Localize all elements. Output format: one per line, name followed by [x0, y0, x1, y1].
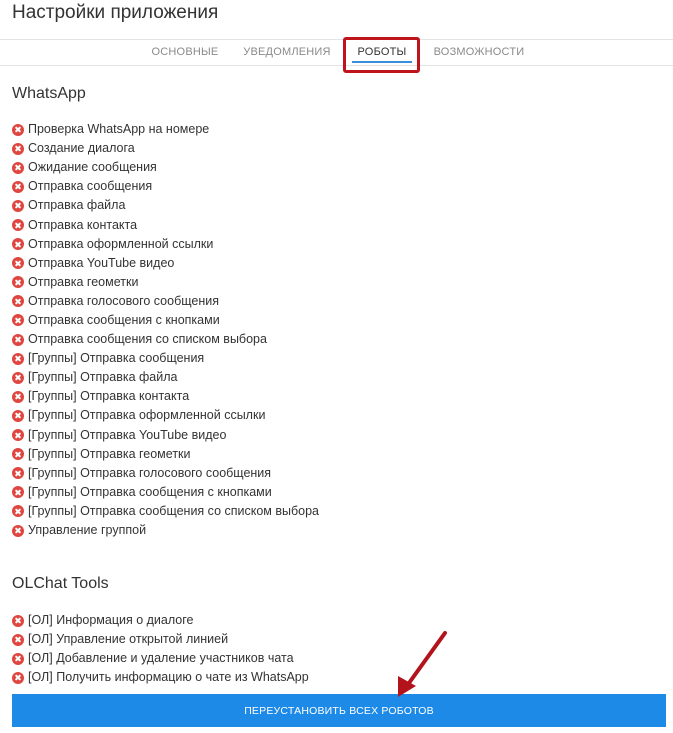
x-circle-icon [12, 238, 24, 251]
robot-list-item: [ОЛ] Управление открытой линией [12, 630, 309, 649]
robot-label: [Группы] Отправка контакта [28, 389, 190, 404]
robot-label: Отправка файла [28, 198, 126, 213]
tab-main[interactable]: ОСНОВНЫЕ [150, 40, 220, 65]
robot-label: Управление группой [28, 523, 147, 538]
section-title-whatsapp: WhatsApp [12, 85, 86, 102]
robot-list-item: [Группы] Отправка YouTube видео [12, 426, 319, 445]
whatsapp-robot-list: Проверка WhatsApp на номере Создание диал… [12, 120, 319, 540]
robot-label: Отправка сообщения со списком выбора [28, 332, 267, 347]
x-circle-icon [12, 333, 24, 346]
x-circle-icon [12, 352, 24, 365]
robot-label: [Группы] Отправка сообщения со списком в… [28, 503, 320, 518]
robot-list-item: [Группы] Отправка голосового сообщения [12, 464, 319, 483]
x-circle-icon [12, 652, 24, 665]
robot-label: [Группы] Отправка файла [28, 370, 178, 385]
reinstall-all-robots-button[interactable]: ПЕРЕУСТАНОВИТЬ ВСЕХ РОБОТОВ [12, 694, 666, 727]
x-circle-icon [12, 429, 24, 442]
x-circle-icon [12, 295, 24, 308]
robot-label: [Группы] Отправка сообщения [28, 351, 205, 366]
x-circle-icon [12, 633, 24, 646]
x-circle-icon [12, 199, 24, 212]
robot-label: [Группы] Отправка YouTube видео [28, 427, 227, 442]
section-title-olchat: OLChat Tools [12, 575, 109, 592]
robot-list-item: Отправка сообщения со списком выбора [12, 330, 319, 349]
robot-list-item: Отправка оформленной ссылки [12, 235, 319, 254]
tab-robots-label: РОБОТЫ [357, 46, 407, 58]
robot-list-item: [Группы] Отправка файла [12, 368, 319, 387]
x-circle-icon [12, 161, 24, 174]
robot-label: Отправка сообщения с кнопками [28, 312, 220, 327]
x-circle-icon [12, 448, 24, 461]
robot-list-item: [Группы] Отправка контакта [12, 387, 319, 406]
robot-list-item: Отправка файла [12, 196, 319, 215]
robot-list-item: [Группы] Отправка сообщения с кнопками [12, 483, 319, 502]
robot-label: Отправка голосового сообщения [28, 293, 219, 308]
robot-label: [ОЛ] Информация о диалоге [28, 613, 194, 628]
x-circle-icon [12, 390, 24, 403]
robot-list-item: Проверка WhatsApp на номере [12, 120, 319, 139]
robot-label: [ОЛ] Получить информацию о чате из Whats… [28, 670, 309, 685]
x-circle-icon [12, 180, 24, 193]
robot-list-item: Ожидание сообщения [12, 158, 319, 177]
robot-list-item: [Группы] Отправка сообщения со списком в… [12, 502, 319, 521]
x-circle-icon [12, 524, 24, 537]
x-circle-icon [12, 409, 24, 422]
robot-label: [ОЛ] Добавление и удаление участников ча… [28, 651, 294, 666]
robot-label: [Группы] Отправка оформленной ссылки [28, 408, 266, 423]
robot-list-item: Создание диалога [12, 139, 319, 158]
robot-label: Отправка контакта [28, 217, 138, 232]
x-circle-icon [12, 505, 24, 518]
robot-list-item: Отправка YouTube видео [12, 254, 319, 273]
page-title: Настройки приложения [12, 2, 219, 23]
robot-list-item: [Группы] Отправка сообщения [12, 349, 319, 368]
robot-label: [ОЛ] Управление открытой линией [28, 632, 229, 647]
tab-notifications[interactable]: УВЕДОМЛЕНИЯ [240, 40, 334, 65]
robot-list-item: [Группы] Отправка геометки [12, 445, 319, 464]
x-circle-icon [12, 123, 24, 136]
robot-list-item: [Группы] Отправка оформленной ссылки [12, 406, 319, 425]
x-circle-icon [12, 614, 24, 627]
robot-label: Отправка сообщения [28, 179, 153, 194]
robot-list-item: Отправка голосового сообщения [12, 292, 319, 311]
robot-label: Отправка YouTube видео [28, 255, 175, 270]
robot-label: [Группы] Отправка сообщения с кнопками [28, 484, 272, 499]
active-tab-indicator [352, 61, 412, 63]
tab-features[interactable]: ВОЗМОЖНОСТИ [428, 40, 530, 65]
robot-label: Создание диалога [28, 141, 135, 156]
x-circle-icon [12, 276, 24, 289]
x-circle-icon [12, 486, 24, 499]
tab-bar: ОСНОВНЫЕ УВЕДОМЛЕНИЯ РОБОТЫ ВОЗМОЖНОСТИ [0, 40, 673, 66]
robot-list-item: Отправка контакта [12, 215, 319, 234]
x-circle-icon [12, 371, 24, 384]
olchat-robot-list: [ОЛ] Информация о диалоге [ОЛ] Управление… [12, 611, 309, 687]
robot-list-item: Отправка сообщения с кнопками [12, 311, 319, 330]
robot-label: Проверка WhatsApp на номере [28, 122, 210, 137]
robot-list-item: [ОЛ] Добавление и удаление участников ча… [12, 649, 309, 668]
robot-label: [Группы] Отправка голосового сообщения [28, 465, 272, 480]
robot-label: [Группы] Отправка геометки [28, 446, 191, 461]
page-header: Настройки приложения [0, 0, 673, 40]
robot-label: Отправка оформленной ссылки [28, 236, 214, 251]
x-circle-icon [12, 467, 24, 480]
x-circle-icon [12, 142, 24, 155]
robot-list-item: [ОЛ] Информация о диалоге [12, 611, 309, 630]
x-circle-icon [12, 314, 24, 327]
tab-robots[interactable]: РОБОТЫ [349, 40, 415, 65]
x-circle-icon [12, 257, 24, 270]
robot-list-item: Отправка геометки [12, 273, 319, 292]
robot-list-item: Управление группой [12, 521, 319, 540]
robot-list-item: Отправка сообщения [12, 177, 319, 196]
robot-label: Ожидание сообщения [28, 160, 157, 175]
robot-list-item: [ОЛ] Получить информацию о чате из Whats… [12, 668, 309, 687]
robot-label: Отправка геометки [28, 274, 139, 289]
x-circle-icon [12, 671, 24, 684]
x-circle-icon [12, 219, 24, 232]
